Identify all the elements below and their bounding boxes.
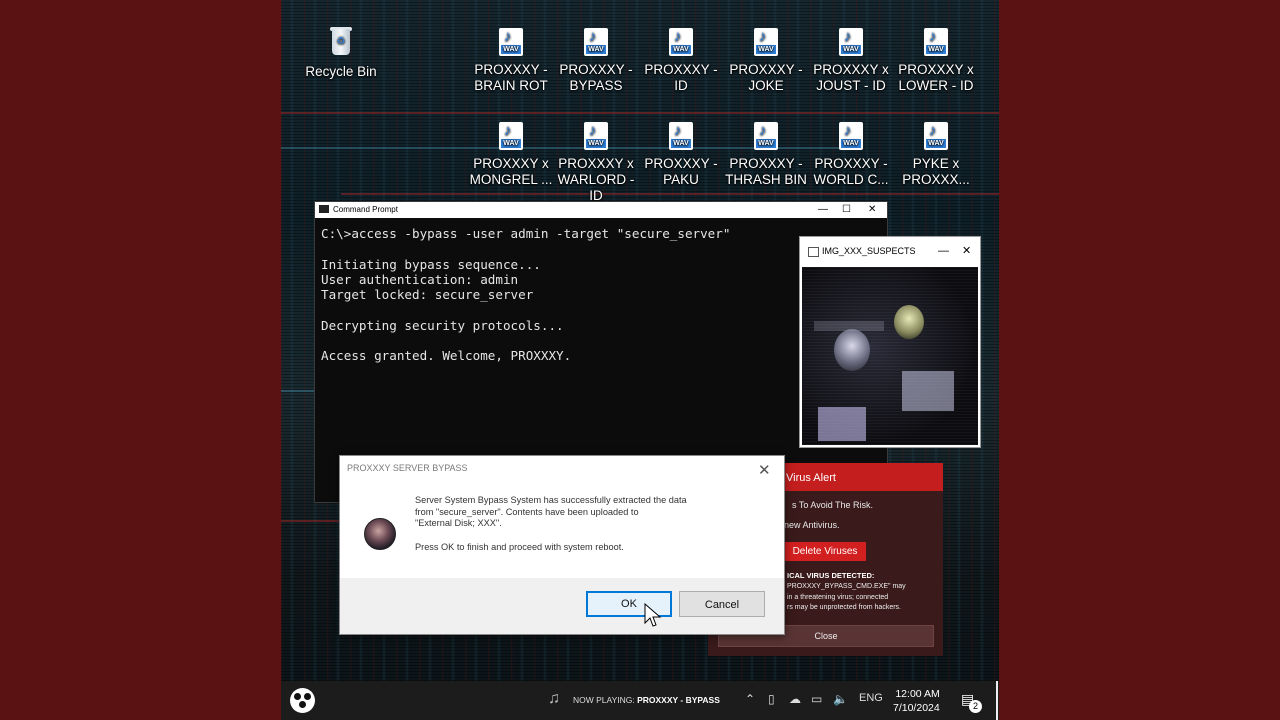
clock-time: 12:00 AM: [895, 688, 940, 700]
file-label: PROXXXY - WORLD C...: [813, 156, 889, 187]
desktop-file-joust[interactable]: ♪ WAV PROXXXY x JOUST - ID: [808, 28, 894, 94]
close-button[interactable]: ✕: [868, 202, 876, 218]
volume-icon[interactable]: 🔈: [833, 692, 848, 706]
maximize-button[interactable]: ☐: [842, 202, 851, 218]
clock-date: 7/10/2024: [893, 702, 940, 714]
show-desktop-button[interactable]: [996, 681, 998, 720]
desktop-file-id[interactable]: ♪ WAV PROXXXY - ID: [638, 28, 724, 94]
dialog-message-text: Server System Bypass System has successf…: [415, 495, 687, 528]
wav-file-icon: ♪ WAV: [754, 28, 778, 56]
recycle-bin-icon[interactable]: ♻ Recycle Bin: [298, 26, 384, 80]
desktop-file-thrash-bin[interactable]: ♪ WAV PROXXXY - THRASH BIN: [723, 122, 809, 188]
desktop-file-paku[interactable]: ♪ WAV PROXXXY - PAKU: [638, 122, 724, 188]
avatar: [364, 518, 396, 550]
music-note-icon: ♫: [548, 690, 560, 707]
now-playing: NOW PLAYING: PROXXXY - BYPASS: [573, 695, 720, 705]
file-label: PROXXXY x LOWER - ID: [898, 62, 974, 93]
critical-virus-heading: ICAL VIRUS DETECTED:: [787, 571, 875, 580]
recycle-bin-label: Recycle Bin: [305, 64, 377, 79]
critical-virus-body: PROXXXY_BYPASS_CMD.EXE" may in a threate…: [787, 583, 906, 611]
dialog-button-bar: OK Cancel: [340, 578, 784, 634]
wav-file-icon: ♪ WAV: [669, 28, 693, 56]
file-label: PROXXXY - BRAIN ROT: [474, 62, 548, 93]
file-label: PROXXXY - JOKE: [729, 62, 803, 93]
wav-file-icon: ♪ WAV: [499, 28, 523, 56]
mouse-cursor-icon: [644, 603, 662, 627]
file-label: PROXXXY x WARLORD - ID: [557, 156, 635, 203]
desktop-file-lower[interactable]: ♪ WAV PROXXXY x LOWER - ID: [893, 28, 979, 94]
wav-file-icon: ♪ WAV: [499, 122, 523, 150]
notification-badge: 2: [969, 700, 982, 713]
wav-file-icon: ♪ WAV: [584, 28, 608, 56]
desktop-file-pyke[interactable]: ♪ WAV PYKE x PROXXX...: [893, 122, 979, 188]
device-icon[interactable]: ▯: [768, 692, 775, 706]
file-label: PYKE x PROXXX...: [902, 156, 970, 187]
bypass-dialog[interactable]: PROXXXY SERVER BYPASS ✕ Server System By…: [339, 455, 785, 635]
close-button[interactable]: ✕: [962, 237, 971, 265]
desktop-file-warlord[interactable]: ♪ WAV PROXXXY x WARLORD - ID: [553, 122, 639, 204]
desktop-file-mongrel[interactable]: ♪ WAV PROXXXY x MONGREL ...: [468, 122, 554, 188]
network-icon[interactable]: ▭: [811, 692, 822, 706]
wav-file-icon: ♪ WAV: [839, 122, 863, 150]
image-viewer-title: IMG_XXX_SUSPECTS: [822, 246, 916, 256]
file-label: PROXXXY x MONGREL ...: [469, 156, 553, 187]
wav-file-icon: ♪ WAV: [669, 122, 693, 150]
virus-alert-line-1: s To Avoid The Risk.: [792, 500, 874, 510]
taskbar: ♫ NOW PLAYING: PROXXXY - BYPASS ⌃ ▯ ☁ ▭ …: [281, 681, 999, 720]
desktop-file-joke[interactable]: ♪ WAV PROXXXY - JOKE: [723, 28, 809, 94]
show-hidden-icons-icon[interactable]: ⌃: [745, 692, 755, 706]
file-label: PROXXXY x JOUST - ID: [813, 62, 889, 93]
language-indicator[interactable]: ENG: [859, 692, 883, 704]
wav-file-icon: ♪ WAV: [924, 122, 948, 150]
suspects-photo: [802, 267, 978, 445]
desktop: ♻ Recycle Bin ♪ WAV PROXXXY - BRAIN ROT ♪…: [281, 0, 999, 720]
minimize-button[interactable]: —: [818, 202, 828, 218]
image-viewer-window[interactable]: IMG_XXX_SUSPECTS — ✕: [799, 236, 981, 448]
wav-file-icon: ♪ WAV: [584, 122, 608, 150]
image-icon: [808, 247, 819, 257]
desktop-file-brain-rot[interactable]: ♪ WAV PROXXXY - BRAIN ROT: [468, 28, 554, 94]
cmd-title-bar[interactable]: Command Prompt — ☐ ✕: [315, 202, 887, 218]
dialog-message: Server System Bypass System has successf…: [415, 495, 735, 553]
trash-icon: ♻: [326, 26, 356, 58]
virus-alert-line-2: new Antivirus.: [784, 520, 840, 530]
terminal-icon: [319, 205, 329, 213]
minimize-button[interactable]: —: [938, 237, 949, 265]
cmd-title: Command Prompt: [333, 205, 398, 214]
dialog-instruction-text: Press OK to finish and proceed with syst…: [415, 541, 624, 552]
file-label: PROXXXY - BYPASS: [559, 62, 633, 93]
file-label: PROXXXY - PAKU: [644, 156, 718, 187]
desktop-file-bypass[interactable]: ♪ WAV PROXXXY - BYPASS: [553, 28, 639, 94]
file-label: PROXXXY - THRASH BIN: [725, 156, 807, 187]
dialog-close-icon[interactable]: ✕: [758, 461, 771, 479]
dialog-title: PROXXXY SERVER BYPASS: [347, 463, 468, 473]
wav-file-icon: ♪ WAV: [924, 28, 948, 56]
file-label: PROXXXY - ID: [644, 62, 718, 93]
start-logo-icon[interactable]: [290, 688, 315, 713]
wav-file-icon: ♪ WAV: [754, 122, 778, 150]
now-playing-track: PROXXXY - BYPASS: [637, 695, 720, 705]
clock[interactable]: 12:00 AM 7/10/2024: [893, 687, 940, 715]
image-viewer-title-bar[interactable]: IMG_XXX_SUSPECTS — ✕: [800, 237, 980, 265]
delete-viruses-button[interactable]: Delete Viruses: [784, 542, 866, 561]
wav-file-icon: ♪ WAV: [839, 28, 863, 56]
cloud-icon[interactable]: ☁: [789, 692, 801, 706]
cancel-button[interactable]: Cancel: [679, 591, 765, 617]
desktop-file-world[interactable]: ♪ WAV PROXXXY - WORLD C...: [808, 122, 894, 188]
